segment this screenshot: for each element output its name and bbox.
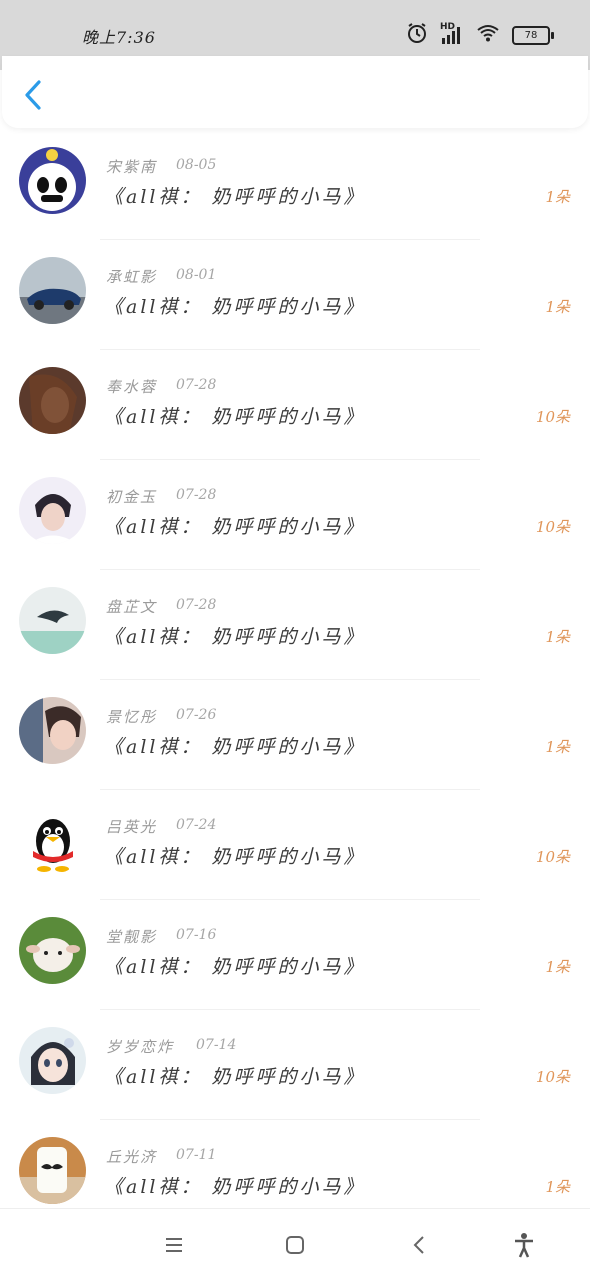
list-item[interactable]: 承虹影 08-01 《all祺： 奶呼呼的小马》 1朵 [0, 240, 590, 350]
avatar[interactable] [19, 257, 86, 324]
flower-count: 10朵 [535, 408, 570, 426]
flower-count: 1朵 [545, 298, 570, 316]
flower-count: 1朵 [545, 738, 570, 756]
work-title: 《all祺： 奶呼呼的小马》 [104, 956, 366, 978]
flower-count: 1朵 [545, 628, 570, 646]
list-item[interactable]: 盘芷文 07-28 《all祺： 奶呼呼的小马》 1朵 [0, 570, 590, 680]
header [2, 56, 588, 128]
send-date: 07-14 [196, 1037, 237, 1053]
sender-name: 承虹影 [106, 268, 158, 286]
list-item[interactable]: 吕英光 07-24 《all祺： 奶呼呼的小马》 10朵 [0, 790, 590, 900]
send-date: 07-28 [176, 487, 217, 503]
list-item[interactable]: 堂靓影 07-16 《all祺： 奶呼呼的小马》 1朵 [0, 900, 590, 1010]
alarm-icon [406, 22, 428, 48]
work-title: 《all祺： 奶呼呼的小马》 [104, 626, 366, 648]
send-date: 07-24 [176, 817, 217, 833]
accessibility-button[interactable] [510, 1231, 538, 1259]
sender-name: 初金玉 [106, 488, 158, 506]
work-title: 《all祺： 奶呼呼的小马》 [104, 406, 366, 428]
sender-name: 丘光济 [106, 1148, 158, 1166]
flower-count: 10朵 [535, 518, 570, 536]
network-label: HD [440, 22, 456, 32]
gift-record-list: 宋紫南 08-05 《all祺： 奶呼呼的小马》 1朵 承虹影 08-01 《a… [0, 130, 590, 1230]
work-title: 《all祺： 奶呼呼的小马》 [104, 516, 366, 538]
list-item[interactable]: 初金玉 07-28 《all祺： 奶呼呼的小马》 10朵 [0, 460, 590, 570]
send-date: 07-11 [176, 1147, 217, 1163]
cellular-signal-icon: HD [440, 22, 464, 46]
sender-name: 堂靓影 [106, 928, 158, 946]
list-item[interactable]: 景忆彤 07-26 《all祺： 奶呼呼的小马》 1朵 [0, 680, 590, 790]
work-title: 《all祺： 奶呼呼的小马》 [104, 846, 366, 868]
flower-count: 1朵 [545, 188, 570, 206]
send-date: 07-28 [176, 377, 217, 393]
battery-icon: 78 [512, 25, 554, 45]
avatar[interactable] [19, 147, 86, 214]
back-triangle-icon [405, 1236, 433, 1263]
work-title: 《all祺： 奶呼呼的小马》 [104, 1176, 366, 1198]
flower-count: 10朵 [535, 1068, 570, 1086]
work-title: 《all祺： 奶呼呼的小马》 [104, 296, 366, 318]
accessibility-icon [510, 1233, 538, 1263]
avatar[interactable] [19, 807, 86, 874]
menu-icon [160, 1238, 188, 1263]
avatar[interactable] [19, 367, 86, 434]
sender-name: 奉水蓉 [106, 378, 158, 396]
avatar[interactable] [19, 697, 86, 764]
system-back-button[interactable] [405, 1231, 433, 1259]
avatar[interactable] [19, 587, 86, 654]
avatar[interactable] [19, 917, 86, 984]
chevron-left-icon [20, 80, 46, 116]
menu-button[interactable] [160, 1231, 188, 1259]
wifi-icon [476, 23, 500, 47]
work-title: 《all祺： 奶呼呼的小马》 [104, 736, 366, 758]
sender-name: 盘芷文 [106, 598, 158, 616]
home-square-icon [281, 1236, 309, 1263]
status-icons: HD 78 [406, 22, 554, 48]
send-date: 07-16 [176, 927, 217, 943]
flower-count: 1朵 [545, 958, 570, 976]
system-nav-bar [0, 1208, 590, 1281]
list-item[interactable]: 岁岁恋炸 07-14 《all祺： 奶呼呼的小马》 10朵 [0, 1010, 590, 1120]
send-date: 07-28 [176, 597, 217, 613]
work-title: 《all祺： 奶呼呼的小马》 [104, 186, 366, 208]
list-item[interactable]: 奉水蓉 07-28 《all祺： 奶呼呼的小马》 10朵 [0, 350, 590, 460]
avatar[interactable] [19, 1027, 86, 1094]
flower-count: 10朵 [535, 848, 570, 866]
sender-name: 宋紫南 [106, 158, 158, 176]
flower-count: 1朵 [545, 1178, 570, 1196]
sender-name: 岁岁恋炸 [106, 1038, 175, 1056]
sender-name: 景忆彤 [106, 708, 158, 726]
work-title: 《all祺： 奶呼呼的小马》 [104, 1066, 366, 1088]
list-item[interactable]: 宋紫南 08-05 《all祺： 奶呼呼的小马》 1朵 [0, 130, 590, 240]
send-date: 08-01 [176, 267, 217, 283]
avatar[interactable] [19, 477, 86, 544]
avatar[interactable] [19, 1137, 86, 1204]
home-button[interactable] [281, 1231, 309, 1259]
send-date: 08-05 [176, 157, 217, 173]
back-button[interactable] [20, 78, 46, 112]
status-time: 晚上7:36 [82, 28, 156, 47]
sender-name: 吕英光 [106, 818, 158, 836]
send-date: 07-26 [176, 707, 217, 723]
